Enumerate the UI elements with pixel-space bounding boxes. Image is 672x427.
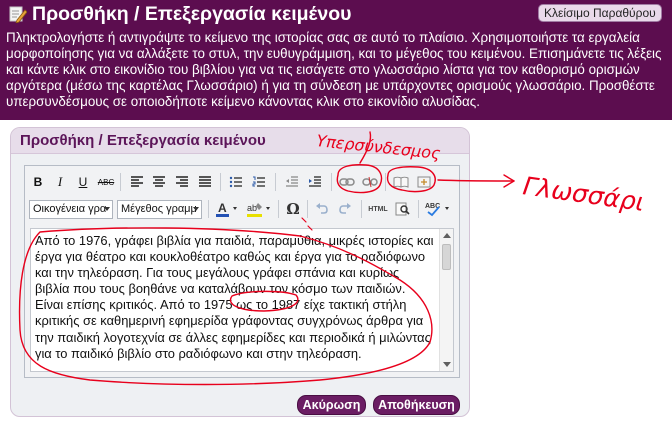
redo-button[interactable] (335, 200, 355, 218)
outdent-button[interactable] (282, 173, 302, 191)
spellcheck-icon: ABC (425, 203, 449, 217)
editor-text-area[interactable]: Από το 1976, γράφει βιβλία για παιδιά, π… (30, 228, 454, 372)
dialog-title: Προσθήκη / Επεξεργασία κειμένου (20, 132, 266, 149)
undo-button[interactable] (312, 200, 332, 218)
text-color-icon: A (216, 201, 237, 217)
chain-link-icon (339, 178, 355, 186)
page: Προσθήκη / Επεξεργασία κειμένου Κλείσιμο… (0, 0, 672, 427)
scroll-down-arrow-icon[interactable] (443, 362, 451, 367)
align-right-button[interactable] (172, 173, 192, 191)
instructions-text: Πληκτρολογήστε ή αντιγράψτε το κείμενο τ… (6, 30, 662, 109)
toolbar-divider (361, 200, 362, 218)
svg-text:A: A (218, 201, 227, 215)
toolbar-divider (208, 200, 209, 218)
chevron-down-icon (193, 207, 199, 211)
highlight-icon: ab (247, 203, 270, 217)
book-link-icon (417, 176, 431, 188)
align-left-icon (131, 176, 143, 187)
toolbar-divider (278, 200, 279, 218)
align-center-icon (153, 176, 165, 187)
find-replace-button[interactable] (393, 200, 413, 218)
cancel-button[interactable]: Ακύρωση (297, 395, 366, 415)
toolbar-divider (275, 173, 276, 191)
toolbar-row-2: Οικογένεια γρα Μέγεθος γραμμ A ab Ω HTML… (25, 195, 459, 223)
italic-button[interactable]: I (50, 173, 70, 191)
toolbar-divider (418, 200, 419, 218)
strikethrough-button[interactable]: ABC (96, 173, 116, 191)
text-color-button[interactable]: A (213, 200, 241, 218)
font-family-select[interactable]: Οικογένεια γρα (29, 200, 113, 219)
arrowhead-icon (503, 174, 515, 188)
redo-icon (339, 203, 351, 214)
underline-button[interactable]: U (73, 173, 93, 191)
align-right-icon (176, 176, 188, 187)
rich-text-editor: B I U ABC Οικογένεια γρα Μέγεθος γραμμ A… (24, 165, 460, 378)
bullet-list-icon (229, 176, 242, 188)
html-source-button[interactable]: HTML (366, 200, 390, 218)
remove-link-button[interactable] (360, 173, 380, 191)
indent-button[interactable] (305, 173, 325, 191)
toolbar-divider (385, 173, 386, 191)
highlight-color-button[interactable]: ab (244, 200, 274, 218)
numbered-list-icon (252, 176, 265, 187)
justify-button[interactable] (195, 173, 215, 191)
find-icon (395, 202, 410, 216)
font-size-select[interactable]: Μέγεθος γραμμ (117, 200, 202, 219)
undo-icon (316, 203, 328, 214)
toolbar-divider (307, 200, 308, 218)
toolbar-divider (120, 173, 121, 191)
align-left-button[interactable] (127, 173, 147, 191)
bold-button[interactable]: B (28, 173, 48, 191)
vertical-scrollbar[interactable] (439, 229, 453, 371)
scroll-thumb[interactable] (442, 244, 451, 270)
unlink-icon (362, 176, 378, 188)
header-bar: Προσθήκη / Επεξεργασία κειμένου Κλείσιμο… (0, 0, 672, 120)
save-button[interactable]: Αποθήκευση (373, 395, 460, 415)
glossary-link-button[interactable] (414, 173, 434, 191)
numbered-list-button[interactable] (249, 173, 269, 191)
edit-document-icon (9, 6, 27, 23)
align-center-button[interactable] (149, 173, 169, 191)
open-book-icon (393, 176, 409, 188)
indent-icon (309, 176, 321, 187)
chevron-down-icon (104, 207, 110, 211)
close-window-button[interactable]: Κλείσιμο Παραθύρου (538, 4, 662, 22)
outdent-icon (286, 176, 298, 187)
toolbar-divider (220, 173, 221, 191)
glossary-book-button[interactable] (391, 173, 411, 191)
omega-icon: Ω (286, 200, 300, 218)
font-size-value: Μέγεθος γραμμ (121, 203, 197, 215)
glossary-annotation: Γλωσσάρι (521, 171, 646, 217)
toolbar-row-1: B I U ABC (25, 168, 459, 196)
story-text: Από το 1976, γράφει βιβλία για παιδιά, π… (35, 233, 434, 361)
toolbar-divider (331, 173, 332, 191)
spellcheck-button[interactable]: ABC (423, 200, 453, 218)
svg-text:ab: ab (247, 203, 257, 213)
font-family-value: Οικογένεια γρα (33, 203, 107, 215)
special-character-button[interactable]: Ω (283, 200, 303, 218)
bullet-list-button[interactable] (226, 173, 246, 191)
justify-icon (199, 176, 211, 187)
page-title: Προσθήκη / Επεξεργασία κειμένου (32, 3, 352, 25)
dialog-title-bar: Προσθήκη / Επεξεργασία κειμένου (11, 128, 469, 154)
insert-link-button[interactable] (337, 173, 357, 191)
scroll-up-arrow-icon[interactable] (443, 233, 451, 238)
